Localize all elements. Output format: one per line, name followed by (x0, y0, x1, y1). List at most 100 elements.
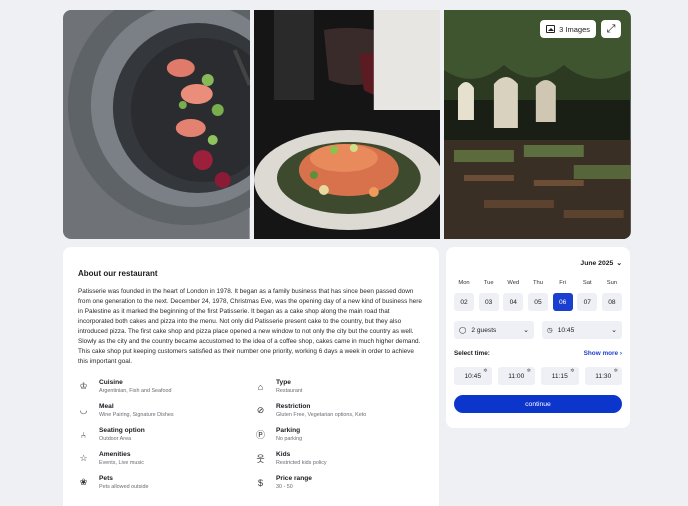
feature-title: Type (276, 379, 291, 386)
feature-value: No parking (276, 436, 303, 442)
day-name: Sun (606, 280, 618, 286)
day-date[interactable]: 05 (527, 293, 548, 311)
show-more-link[interactable]: Show more › (584, 350, 622, 357)
house-icon: ⌂ (257, 381, 264, 392)
day-wed[interactable]: Wed 04 (503, 280, 524, 311)
image-icon (546, 25, 556, 33)
time-slot[interactable]: 11:30 ✲ (584, 367, 622, 385)
day-name: Mon (458, 280, 470, 286)
time-select[interactable]: ◷ 10:45 ⌄ (542, 321, 622, 339)
feature-value: Argentinian, Fish and Seafood (99, 388, 172, 394)
user-icon: ◯ (459, 327, 467, 334)
day-mon[interactable]: Mon 02 (454, 280, 474, 311)
sparkle-icon: ✲ (570, 368, 575, 374)
day-sat[interactable]: Sat 07 (577, 280, 598, 311)
time-slots: 10:45 ✲ 11:00 ✲ 11:15 ✲ 11:30 ✲ (454, 367, 622, 385)
images-count-label: 3 Images (559, 24, 591, 34)
feature-title: Cuisine (99, 379, 123, 386)
feature-amenities: ☆ Amenities Events, Live music (78, 451, 247, 467)
show-more-label: Show more (583, 350, 619, 357)
feature-value: Pets allowed outside (99, 484, 149, 490)
features-grid: ♔ Cuisine Argentinian, Fish and Seafood ⌂… (78, 379, 424, 491)
slot-label: 10:45 (464, 372, 481, 380)
feature-seating: ⑃ Seating option Outdoor Area (78, 427, 247, 443)
chevron-down-icon: ⌄ (616, 260, 622, 267)
expand-gallery-button[interactable]: ⤢ (601, 20, 622, 38)
kids-icon: 웃 (256, 454, 265, 464)
gallery-photo-salmon-dish[interactable] (253, 10, 441, 239)
day-date[interactable]: 02 (454, 293, 474, 311)
feature-value: Restaurant (276, 388, 303, 394)
feature-pets: ❀ Pets Pets allowed outside (78, 475, 247, 491)
feature-value: Outdoor Area (99, 436, 132, 442)
day-sun[interactable]: Sun 08 (601, 280, 622, 311)
feature-value: Restricted kids policy (276, 460, 327, 466)
feature-meal: ◡ Meal Wine Pairing, Signature Dishes (78, 403, 247, 419)
sparkle-icon: ✲ (613, 368, 618, 374)
parking-icon: Ⓟ (255, 430, 265, 440)
guests-select[interactable]: ◯ 2 guests ⌄ (454, 321, 534, 339)
photo-gallery[interactable]: 3 Images ⤢ (63, 10, 631, 239)
time-slot[interactable]: 10:45 ✲ (454, 367, 492, 385)
sparkle-icon: ✲ (526, 368, 531, 374)
feature-type: ⌂ Type Restaurant (255, 379, 424, 395)
about-description: Patisserie was founded in the heart of L… (78, 288, 422, 365)
expand-icon: ⤢ (606, 22, 616, 35)
booking-panel: June 2025 ⌄ Mon 02 Tue 03 Wed 04 Thu 05 Fri 0… (446, 247, 630, 428)
feature-title: Parking (276, 427, 301, 434)
month-selector[interactable]: June 2025 ⌄ (454, 255, 622, 271)
slot-label: 11:30 (595, 372, 612, 380)
day-date-selected[interactable]: 06 (552, 293, 573, 311)
select-time-label: Select time: (454, 350, 490, 357)
day-thu[interactable]: Thu 05 (527, 280, 548, 311)
about-section: About our restaurant Patisserie was foun… (63, 247, 439, 506)
clock-icon: ◷ (547, 327, 553, 334)
feature-title: Pets (99, 475, 113, 482)
day-name: Fri (559, 280, 566, 286)
feature-title: Meal (99, 403, 114, 410)
chevron-down-icon: ⌄ (611, 327, 617, 334)
date-picker: Mon 02 Tue 03 Wed 04 Thu 05 Fri 06 Sat 07 Sun 0… (454, 280, 622, 311)
chef-hat-icon: ♔ (79, 381, 88, 391)
gallery-photo-restaurant-interior[interactable]: 3 Images ⤢ (444, 10, 631, 239)
feature-value: Gluten Free, Vegetarian options, Keto (276, 412, 367, 418)
feature-restriction: ⊘ Restriction Gluten Free, Vegetarian opt… (255, 403, 424, 419)
time-slot[interactable]: 11:00 ✲ (497, 367, 535, 385)
chevron-right-icon: › (619, 350, 622, 357)
feature-title: Amenities (99, 451, 131, 458)
feature-kids: 웃 Kids Restricted kids policy (255, 451, 424, 467)
day-tue[interactable]: Tue 03 (478, 280, 499, 311)
feature-title: Restriction (276, 403, 311, 410)
slot-label: 11:15 (551, 372, 568, 380)
star-icon: ☆ (79, 453, 88, 463)
sparkle-icon: ✲ (483, 368, 488, 374)
feature-value: 30 - 50 (276, 484, 293, 490)
feature-cuisine: ♔ Cuisine Argentinian, Fish and Seafood (78, 379, 247, 395)
feature-title: Kids (276, 451, 291, 458)
day-fri[interactable]: Fri 06 (552, 280, 573, 311)
feature-value: Wine Pairing, Signature Dishes (99, 412, 174, 418)
day-name: Tue (483, 280, 494, 286)
images-count-button[interactable]: 3 Images (540, 20, 597, 38)
day-name: Sat (582, 280, 592, 286)
time-slot[interactable]: 11:15 ✲ (541, 367, 579, 385)
slot-label: 11:00 (508, 372, 525, 380)
gallery-photo-salmon-plate[interactable] (63, 10, 250, 239)
paw-icon: ❀ (79, 477, 88, 487)
time-value: 10:45 (557, 326, 575, 334)
day-date[interactable]: 04 (503, 293, 524, 311)
day-name: Thu (532, 280, 543, 286)
meal-icon: ◡ (79, 405, 88, 415)
booking-selects: ◯ 2 guests ⌄ ◷ 10:45 ⌄ (454, 321, 622, 339)
day-date[interactable]: 08 (601, 293, 622, 311)
day-date[interactable]: 07 (577, 293, 598, 311)
month-label: June 2025 (580, 259, 614, 267)
time-header: Select time: Show more › (454, 350, 622, 357)
restriction-icon: ⊘ (256, 405, 265, 415)
chevron-down-icon: ⌄ (523, 327, 529, 334)
about-heading: About our restaurant (78, 269, 158, 278)
chair-icon: ⑃ (80, 429, 87, 440)
feature-title: Price range (276, 475, 312, 482)
continue-button[interactable]: continue (454, 395, 622, 413)
day-date[interactable]: 03 (478, 293, 499, 311)
